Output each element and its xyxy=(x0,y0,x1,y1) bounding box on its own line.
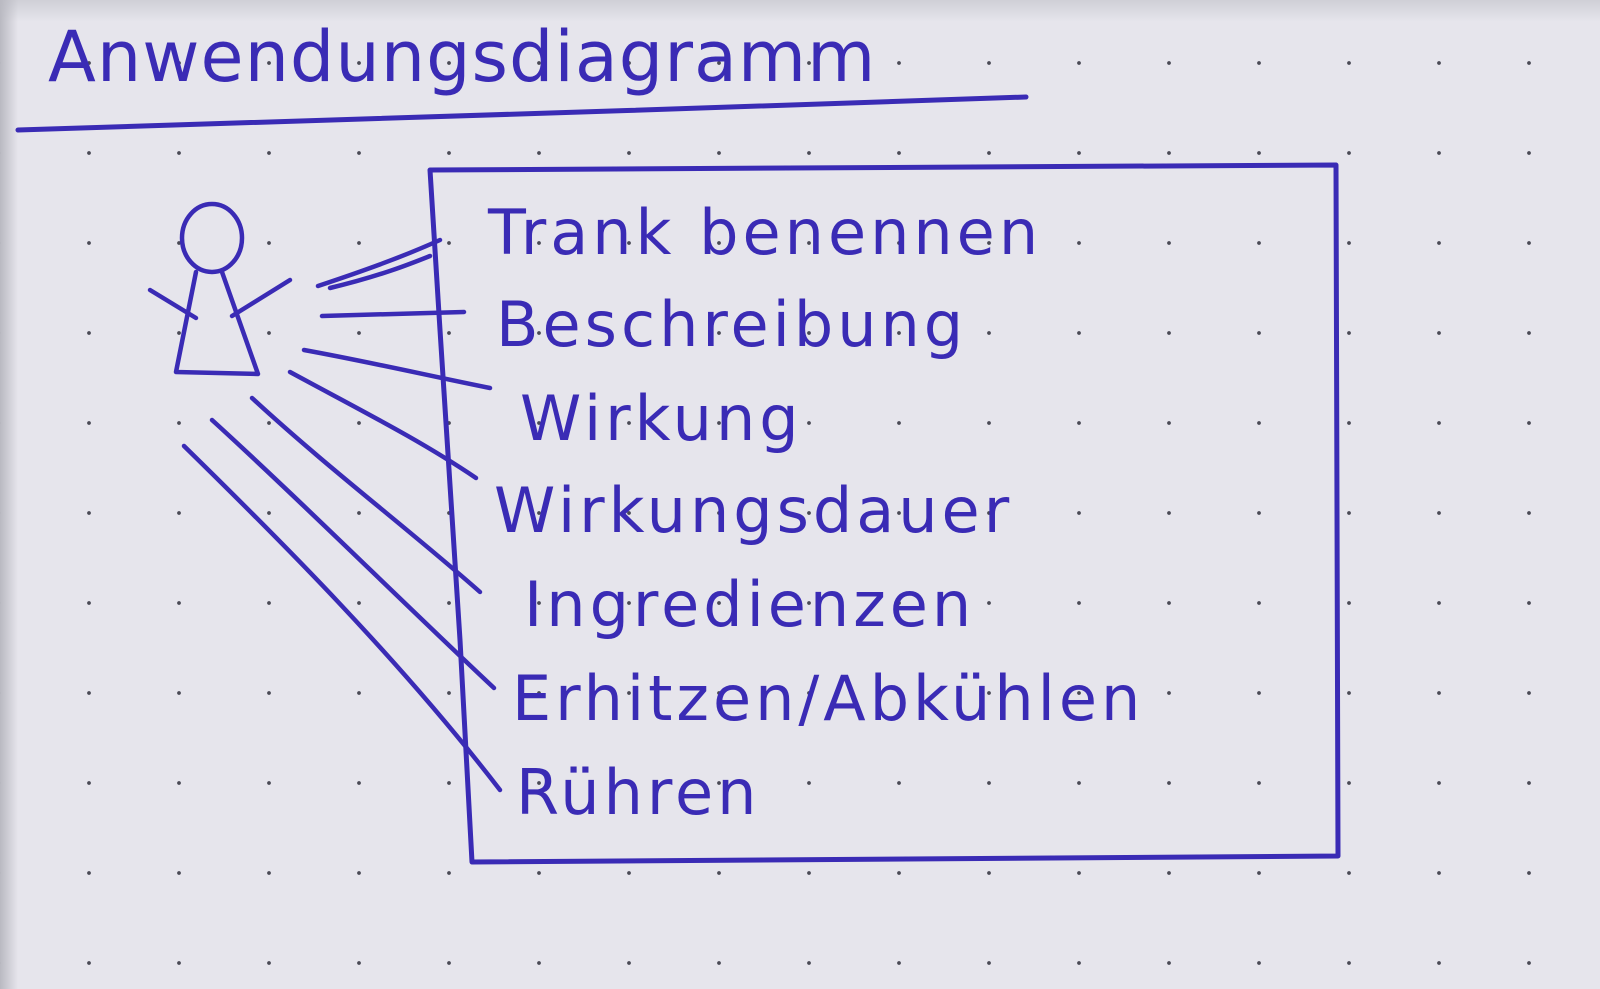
association-line xyxy=(327,253,433,291)
use-case-label: Ingredienzen xyxy=(524,568,976,641)
actor-right-arm xyxy=(229,277,293,319)
use-case-label: Erhitzen/Abkühlen xyxy=(512,662,1145,735)
notebook-page: Anwendungsdiagramm Trank benennen Beschr… xyxy=(0,0,1600,989)
use-case-label: Beschreibung xyxy=(496,288,968,361)
actor-body xyxy=(173,269,261,377)
association-line xyxy=(315,237,443,289)
use-case-label: Wirkung xyxy=(520,382,803,455)
diagram-title: Anwendungsdiagramm xyxy=(48,16,877,98)
association-line xyxy=(319,309,467,319)
association-line xyxy=(301,347,493,391)
title-underline xyxy=(15,94,1029,133)
use-case-label: Rühren xyxy=(516,756,761,829)
use-case-label: Wirkungsdauer xyxy=(494,474,1014,547)
actor-head xyxy=(179,201,245,275)
use-case-label: Trank benennen xyxy=(488,196,1043,269)
actor-figure xyxy=(147,201,293,377)
